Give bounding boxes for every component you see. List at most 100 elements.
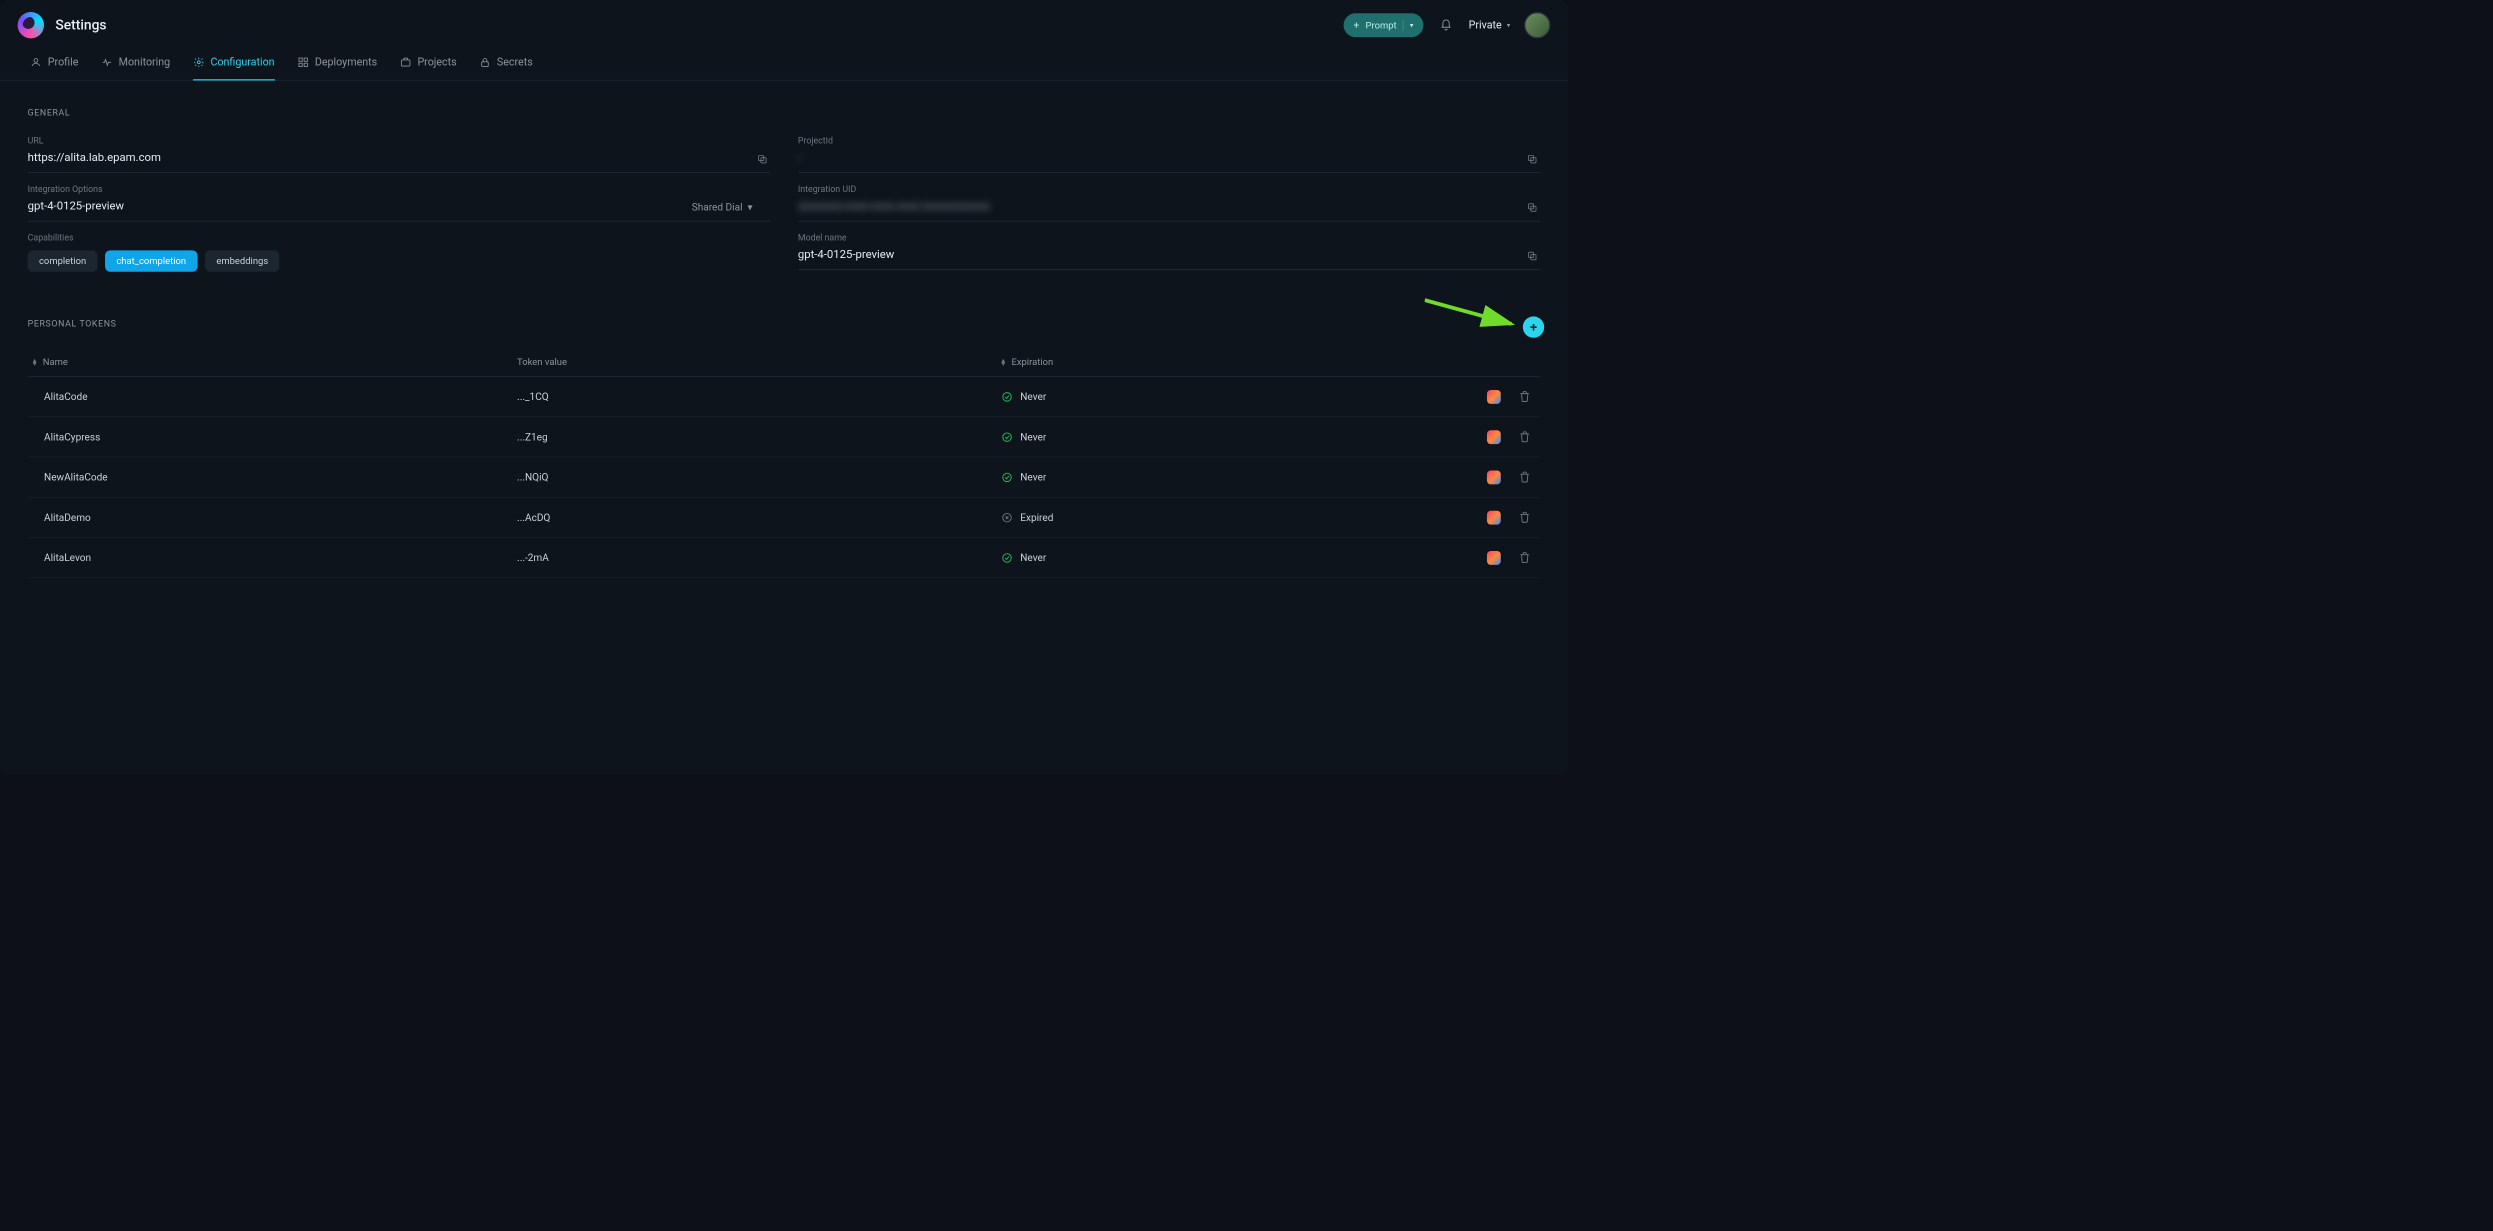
check-circle-icon (1001, 431, 1012, 442)
capability-chip-completion[interactable]: completion (28, 250, 98, 271)
shared-dial-dropdown[interactable]: Shared Dial ▾ (692, 201, 753, 213)
column-header-expiration[interactable]: ▴▾ Expiration (1001, 356, 1441, 367)
trash-icon (1518, 551, 1531, 564)
token-name: AlitaDemo (33, 511, 517, 523)
token-expiration: Expired (1001, 511, 1441, 523)
pulse-icon (101, 56, 112, 67)
new-prompt-button[interactable]: + Prompt ▾ (1343, 13, 1423, 37)
chevron-down-icon: ▾ (748, 201, 753, 213)
lock-icon (479, 56, 490, 67)
field-url: URL https://alita.lab.epam.com (28, 136, 771, 173)
prompt-button-label: Prompt (1366, 19, 1397, 30)
plus-icon: + (1530, 320, 1537, 335)
user-avatar[interactable] (1524, 12, 1550, 38)
regenerate-token-button[interactable] (1487, 390, 1501, 404)
tokens-table: ▴▾ Name Token value ▴▾ Expiration AlitaC… (28, 347, 1541, 578)
token-name: AlitaCode (33, 391, 517, 403)
expiration-text: Never (1020, 391, 1046, 403)
trash-icon (1518, 470, 1531, 483)
field-label: Integration Options (28, 184, 771, 194)
tab-monitoring[interactable]: Monitoring (101, 45, 170, 80)
regenerate-token-button[interactable] (1487, 551, 1501, 565)
section-heading-tokens: Personal tokens (28, 319, 1541, 329)
copy-icon (1527, 153, 1538, 164)
chevron-down-icon: ▾ (1507, 21, 1510, 29)
check-circle-icon (1001, 471, 1012, 482)
delete-token-button[interactable] (1518, 470, 1531, 484)
app-logo[interactable] (18, 12, 44, 38)
regenerate-token-button[interactable] (1487, 470, 1501, 484)
field-label: ProjectId (798, 136, 1541, 146)
settings-tabs: Profile Monitoring Configuration Deploym… (0, 45, 1568, 80)
trash-icon (1518, 390, 1531, 403)
trash-icon (1518, 430, 1531, 443)
field-label: Integration UID (798, 184, 1541, 194)
copy-button[interactable] (756, 153, 767, 164)
page-title: Settings (55, 17, 106, 33)
field-integration-uid: Integration UID xxxxxxxx-xxxx-xxxx-xxxx-… (798, 184, 1541, 221)
field-label: Capabilities (28, 233, 771, 243)
tab-label: Projects (417, 56, 456, 69)
tab-label: Monitoring (119, 56, 171, 69)
check-circle-icon (1001, 391, 1012, 402)
expiration-text: Expired (1020, 511, 1053, 523)
regenerate-token-button[interactable] (1487, 430, 1501, 444)
token-value: ...Z1eg (517, 431, 1001, 443)
notifications-button[interactable] (1437, 16, 1455, 34)
copy-button[interactable] (1527, 250, 1538, 261)
gear-icon (193, 56, 204, 67)
section-heading-general: General (28, 108, 1541, 118)
user-icon (30, 56, 41, 67)
delete-token-button[interactable] (1518, 551, 1531, 565)
field-value: https://alita.lab.epam.com (28, 151, 771, 166)
grid-icon (297, 56, 308, 67)
add-token-button[interactable]: + (1523, 316, 1544, 337)
capability-chip-embeddings[interactable]: embeddings (205, 250, 280, 271)
copy-icon (756, 153, 767, 164)
delete-token-button[interactable] (1518, 430, 1531, 444)
field-integration-options: Integration Options gpt-4-0125-preview S… (28, 184, 771, 221)
workspace-label: Private (1469, 19, 1502, 32)
workspace-selector[interactable]: Private ▾ (1469, 19, 1511, 32)
table-row: AlitaCypress...Z1egNever (28, 417, 1541, 457)
briefcase-icon (400, 56, 411, 67)
field-value: • (798, 151, 1541, 166)
token-name: NewAlitaCode (33, 471, 517, 483)
delete-token-button[interactable] (1518, 510, 1531, 524)
shared-dial-label: Shared Dial (692, 201, 743, 213)
sort-icon: ▴▾ (33, 358, 37, 366)
copy-button[interactable] (1527, 153, 1538, 164)
field-value: gpt-4-0125-preview (798, 248, 1541, 263)
token-value: ..._1CQ (517, 391, 1001, 403)
tab-label: Profile (48, 56, 79, 69)
tab-projects[interactable]: Projects (400, 45, 457, 80)
tab-configuration[interactable]: Configuration (193, 45, 275, 80)
column-header-name[interactable]: ▴▾ Name (33, 356, 517, 367)
tab-deployments[interactable]: Deployments (297, 45, 377, 80)
plus-icon: + (1354, 20, 1360, 30)
delete-token-button[interactable] (1518, 390, 1531, 404)
field-label: URL (28, 136, 771, 146)
table-row: AlitaLevon...-2mANever (28, 538, 1541, 578)
tab-secrets[interactable]: Secrets (479, 45, 532, 80)
x-circle-icon (1001, 512, 1012, 523)
field-model-name: Model name gpt-4-0125-preview (798, 233, 1541, 270)
field-project-id: ProjectId • (798, 136, 1541, 173)
token-name: AlitaLevon (33, 552, 517, 564)
table-row: AlitaDemo...AcDQExpired (28, 498, 1541, 538)
field-label: Model name (798, 233, 1541, 243)
token-expiration: Never (1001, 431, 1441, 443)
token-value: ...-2mA (517, 552, 1001, 564)
copy-button[interactable] (1527, 202, 1538, 213)
field-capabilities: Capabilities completion chat_completion … (28, 233, 771, 272)
table-row: NewAlitaCode...NQiQ Never (28, 457, 1541, 497)
sort-icon: ▴▾ (1001, 358, 1005, 366)
expiration-text: Never (1020, 471, 1046, 483)
bell-icon (1440, 19, 1453, 32)
table-row: AlitaCode..._1CQ Never (28, 377, 1541, 417)
tab-profile[interactable]: Profile (30, 45, 78, 80)
token-value: ...NQiQ (517, 471, 1001, 483)
capability-chip-chat-completion[interactable]: chat_completion (105, 250, 197, 271)
regenerate-token-button[interactable] (1487, 510, 1501, 524)
token-expiration: Never (1001, 471, 1441, 483)
